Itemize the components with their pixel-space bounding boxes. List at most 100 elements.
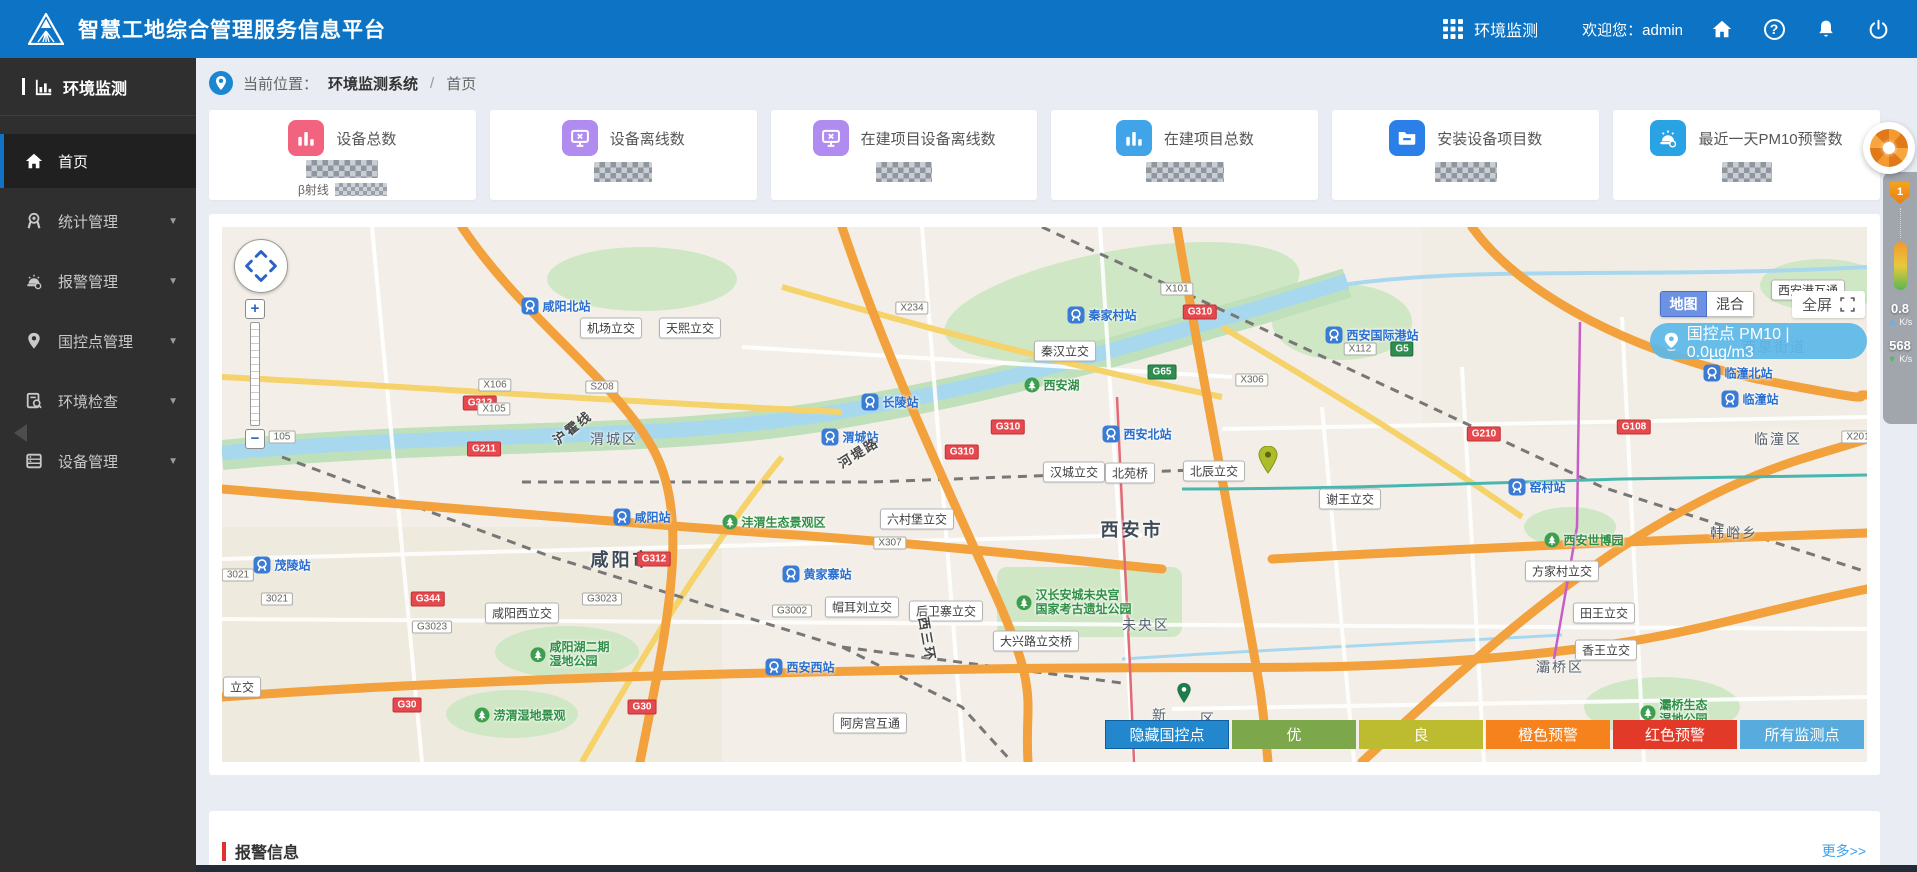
sidebar-item-国控点管理[interactable]: 国控点管理 ▼ <box>0 314 196 368</box>
breadcrumb-current[interactable]: 首页 <box>446 73 476 94</box>
breadcrumb-separator: / <box>430 74 435 92</box>
map-label-area: 未央区 <box>1122 617 1170 633</box>
monitor-offline-icon <box>561 120 598 156</box>
stat-card-最近一天PM10预警数: 最近一天PM10预警数 <box>1613 110 1880 200</box>
legend-button-优[interactable]: 优 <box>1232 720 1356 749</box>
pinwheel-icon <box>1870 129 1908 167</box>
stat-cards-row: 设备总数 β射线 设备离线数 在建项目设备离线数 在建项目总数 安装设备项目数 最近一天PM… <box>209 110 1880 200</box>
home-icon[interactable] <box>1709 16 1735 42</box>
breadcrumb-prefix: 当前位置： <box>243 75 319 93</box>
pm10-tooltip[interactable]: 国控点 PM10 | 0.0µg/m3 <box>1650 323 1867 361</box>
sidebar-collapse-icon[interactable] <box>14 424 27 442</box>
zoom-slider[interactable] <box>250 322 260 426</box>
bar-chart-icon <box>288 120 325 156</box>
alarm-icon <box>24 271 44 291</box>
help-icon[interactable]: ? <box>1761 16 1787 42</box>
sidebar-item-设备管理[interactable]: 设备管理 ▼ <box>0 434 196 488</box>
map-label-junction: 北苑桥 <box>1104 462 1156 484</box>
zoom-out-button[interactable]: − <box>245 429 265 449</box>
legend-button-良[interactable]: 良 <box>1359 720 1483 749</box>
username: admin <box>1642 21 1683 39</box>
map-base-layer <box>222 227 1867 762</box>
map-green-pin[interactable] <box>1177 683 1192 709</box>
map-park-marker: 咸阳湖二期 湿地公园 <box>530 640 610 669</box>
map-station-marker: 咸阳站 <box>613 508 671 526</box>
sidebar-item-label: 国控点管理 <box>58 333 134 351</box>
power-icon[interactable] <box>1865 16 1891 42</box>
stat-value-redacted <box>594 162 653 182</box>
legend-button-橙色预警[interactable]: 橙色预警 <box>1486 720 1610 749</box>
map-label-road-white: X105 <box>477 402 511 416</box>
map-label-junction: 秦汉立交 <box>1033 340 1097 362</box>
map-label-road-white: X234 <box>895 301 929 315</box>
map-label-road-red: G310 <box>1182 304 1218 320</box>
alarm-section: 报警信息 更多>> <box>209 811 1880 872</box>
stat-card-label: 设备总数 <box>336 130 397 148</box>
map-station-marker: 咸阳北站 <box>521 297 591 315</box>
home-icon <box>24 151 44 171</box>
map-station-marker: 临潼北站 <box>1703 364 1773 382</box>
map-panel: 咸阳北站机场立交天熙立交X234X101G310秦家村站西安港互通西安国际港站西… <box>209 214 1880 775</box>
map-pan-control[interactable] <box>234 239 288 293</box>
map-label-road-red: G310 <box>990 419 1026 435</box>
stat-card-label: 在建项目总数 <box>1163 130 1254 148</box>
legend-button-红色预警[interactable]: 红色预警 <box>1613 720 1737 749</box>
folder-icon <box>1389 120 1426 156</box>
map-station-marker: 茂陵站 <box>253 556 311 574</box>
map-label-junction: 咸阳西立交 <box>484 602 560 624</box>
map-label-road-white: X112 <box>1343 342 1377 356</box>
sidebar: 环境监测 首页统计管理 ▼ 报警管理 ▼ 国控点管理 ▼ 环境检查 ▼ 设备管理 ▼ <box>0 58 196 872</box>
stat-value-redacted <box>1434 162 1497 182</box>
legend-button-隐藏国控点[interactable]: 隐藏国控点 <box>1105 720 1229 749</box>
bell-icon[interactable] <box>1813 16 1839 42</box>
upload-speed: 0.8 ▲ K/s <box>1887 301 1913 327</box>
stat-value-redacted <box>1145 162 1224 182</box>
map-monitor-pin[interactable] <box>1258 445 1278 479</box>
map-label-junction: 谢王立交 <box>1318 488 1382 510</box>
map-label-city: 西安市 <box>1100 520 1164 540</box>
map-type-map-button[interactable]: 地图 <box>1660 291 1707 317</box>
map-label-junction: 大兴路立交桥 <box>992 630 1080 652</box>
stat-card-安装设备项目数: 安装设备项目数 <box>1332 110 1600 200</box>
sidebar-item-环境检查[interactable]: 环境检查 ▼ <box>0 374 196 428</box>
map-station-marker: 秦家村站 <box>1067 306 1137 324</box>
stat-card-label: 最近一天PM10预警数 <box>1698 130 1843 148</box>
map-station-marker: 临潼站 <box>1721 390 1779 408</box>
map-legend-buttons: 隐藏国控点优良橙色预警 红色预警 所有监测点 <box>1105 720 1864 749</box>
map-label-road-white: S208 <box>585 380 619 394</box>
device-icon <box>24 451 44 471</box>
map-label-road-white: X201 <box>1841 430 1867 444</box>
map-label-junction: 阿房宫互通 <box>832 712 908 734</box>
map-label-road-red: G344 <box>410 591 446 607</box>
legend-button-所有监测点[interactable]: 所有监测点 <box>1740 720 1864 749</box>
module-switcher[interactable]: 环境监测 <box>1440 16 1538 42</box>
breadcrumb-system[interactable]: 环境监测系统 <box>328 73 418 94</box>
shield-badge[interactable]: 1 <box>1890 182 1910 204</box>
panel-divider <box>1899 208 1901 238</box>
map-type-hybrid-button[interactable]: 混合 <box>1707 291 1754 317</box>
map-label-road-white: 3021 <box>260 592 294 606</box>
sidebar-menu: 首页统计管理 ▼ 报警管理 ▼ 国控点管理 ▼ 环境检查 ▼ 设备管理 ▼ <box>0 116 196 488</box>
sidebar-item-label: 报警管理 <box>58 273 119 291</box>
fullscreen-button[interactable]: 全屏 <box>1791 291 1865 318</box>
stat-sub-value-redacted <box>334 183 387 196</box>
map-park-marker: 西安世博园 <box>1544 532 1624 549</box>
map-canvas[interactable]: 咸阳北站机场立交天熙立交X234X101G310秦家村站西安港互通西安国际港站西… <box>222 227 1867 762</box>
map-label-road-red: G210 <box>1466 426 1502 442</box>
sidebar-item-label: 统计管理 <box>58 213 119 231</box>
map-park-marker: 沣渭生态景观区 <box>722 514 826 531</box>
map-label-road-green: G5 <box>1390 341 1414 357</box>
sidebar-item-首页[interactable]: 首页 <box>0 134 196 188</box>
map-label-road-white: X106 <box>478 378 512 392</box>
sidebar-item-label: 设备管理 <box>58 453 119 471</box>
stat-value-redacted <box>306 160 379 178</box>
network-speed-panel[interactable]: 1 0.8 ▲ K/s 568 ▼ K/s <box>1883 172 1917 424</box>
map-label-road-green: G65 <box>1147 364 1177 380</box>
alarm-more-link[interactable]: 更多>> <box>1822 841 1866 861</box>
sidebar-item-label: 环境检查 <box>58 393 119 411</box>
accelerator-ball-icon[interactable] <box>1863 122 1915 174</box>
zoom-in-button[interactable]: + <box>245 299 265 319</box>
sidebar-section-header: 环境监测 <box>0 58 196 116</box>
sidebar-item-统计管理[interactable]: 统计管理 ▼ <box>0 194 196 248</box>
sidebar-item-报警管理[interactable]: 报警管理 ▼ <box>0 254 196 308</box>
